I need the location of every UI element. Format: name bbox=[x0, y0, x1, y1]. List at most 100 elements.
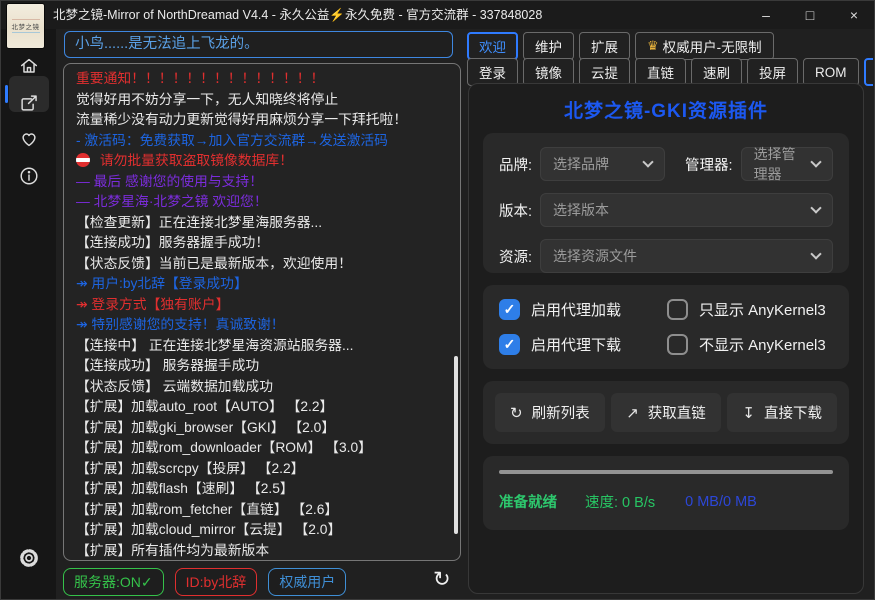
tab-label: 云提 bbox=[591, 62, 618, 82]
log-line-text: ↠ 用户:by北辞【登录成功】 bbox=[76, 276, 248, 291]
log-line: 【扩展】加载flash【速刷】 【2.5】 bbox=[76, 479, 448, 500]
log-line: 【扩展】加载rom_fetcher【直链】 【2.6】 bbox=[76, 500, 448, 521]
checkbox-label: 只显示 AnyKernel3 bbox=[699, 299, 826, 320]
tab[interactable]: 登录 bbox=[467, 58, 518, 86]
checkbox[interactable] bbox=[499, 334, 520, 355]
heart-icon bbox=[18, 128, 40, 150]
tab-label: 速刷 bbox=[703, 62, 730, 82]
chevron-down-icon bbox=[810, 248, 821, 259]
log-line: 【扩展】加载gki_browser【GKI】 【2.0】 bbox=[76, 418, 448, 439]
window-title: 北梦之镜-Mirror of NorthDreamad V4.4 - 永久公益⚡… bbox=[53, 1, 542, 29]
log-line-text: 【连接中】 正在连接北梦星海资源站服务器... bbox=[76, 338, 353, 353]
version-select[interactable]: 选择版本 bbox=[540, 193, 833, 227]
sidebar-item-settings[interactable] bbox=[17, 546, 41, 575]
resource-select[interactable]: 选择资源文件 bbox=[540, 239, 833, 273]
log-line: 【状态反馈】当前已是最新版本，欢迎使用！ bbox=[76, 254, 448, 275]
form-card: 品牌: 选择品牌 管理器: 选择管理器 版本: 选择版本 资源 bbox=[483, 133, 849, 273]
checkbox[interactable] bbox=[667, 334, 688, 355]
log-line: ↠ 用户:by北辞【登录成功】 bbox=[76, 274, 448, 295]
speed-status: 速度: 0 B/s bbox=[585, 491, 655, 512]
status-pill: 权威用户 bbox=[268, 568, 346, 596]
resource-label: 资源: bbox=[499, 246, 532, 267]
log-line: 【连接中】 正在连接北梦星海资源站服务器... bbox=[76, 336, 448, 357]
progress-bar bbox=[499, 470, 833, 474]
checkbox-item[interactable]: 启用代理加载 bbox=[499, 299, 667, 320]
app-logo: 北梦之镜 bbox=[7, 4, 44, 48]
manager-select-value: 选择管理器 bbox=[754, 144, 804, 184]
log-line: 请勿批量获取盗取镜像数据库！ bbox=[76, 151, 448, 172]
status-pill: ID:by北辞 bbox=[175, 568, 258, 596]
tab[interactable]: 维护 bbox=[523, 32, 574, 60]
button-icon: ↻ bbox=[510, 404, 523, 422]
log-line: 【检查更新】正在连接北梦星海服务器... bbox=[76, 213, 448, 234]
log-line-text: 【扩展】加载scrcpy【投屏】 【2.2】 bbox=[76, 461, 304, 476]
log-line-text: - 激活码：免费获取→加入官方交流群→发送激活码 bbox=[76, 133, 388, 148]
maximize-button[interactable]: □ bbox=[788, 1, 832, 29]
tab[interactable]: 镜像 bbox=[523, 58, 574, 86]
tab[interactable]: 速刷 bbox=[691, 58, 742, 86]
chevron-down-icon bbox=[810, 156, 821, 167]
tab-label: 权威用户-无限制 bbox=[663, 36, 762, 56]
minimize-button[interactable]: – bbox=[744, 1, 788, 29]
log-line: 重要通知！！！！！！！！！！！！！！ bbox=[76, 69, 448, 90]
sidebar-item-home[interactable] bbox=[18, 55, 40, 82]
panel-action-button[interactable]: ↧ 直接下载 bbox=[727, 393, 837, 432]
sidebar-item-favorites[interactable] bbox=[18, 128, 40, 155]
log-line: 【扩展】加载rom_downloader【ROM】 【3.0】 bbox=[76, 438, 448, 459]
log-line: ↠ 特别感谢您的支持！真诚致谢！ bbox=[76, 315, 448, 336]
status-pill-label: ID:by北辞 bbox=[186, 574, 247, 590]
tab[interactable]: 欢迎 bbox=[467, 32, 518, 60]
tab[interactable]: 直链 bbox=[635, 58, 686, 86]
button-icon: ↗ bbox=[626, 404, 639, 422]
refresh-icon[interactable]: ↻ bbox=[433, 567, 451, 592]
checkbox-item[interactable]: 不显示 AnyKernel3 bbox=[667, 334, 833, 355]
log-scrollbar[interactable] bbox=[454, 356, 458, 534]
log-line-text: 【扩展】加载rom_downloader【ROM】 【3.0】 bbox=[76, 440, 372, 455]
manager-select[interactable]: 选择管理器 bbox=[741, 147, 833, 181]
checkbox-item[interactable]: 只显示 AnyKernel3 bbox=[667, 299, 833, 320]
checkbox-label: 不显示 AnyKernel3 bbox=[699, 334, 826, 355]
status-pill-label: 权威用户 bbox=[279, 574, 335, 590]
quote-input[interactable]: 小鸟......是无法追上飞龙的。 bbox=[64, 31, 453, 58]
checkbox[interactable] bbox=[667, 299, 688, 320]
brand-label: 品牌: bbox=[499, 154, 532, 175]
checkbox-item[interactable]: 启用代理下载 bbox=[499, 334, 667, 355]
log-line: 【连接成功】 服务器握手成功 bbox=[76, 356, 448, 377]
log-line: - 激活码：免费获取→加入官方交流群→发送激活码 bbox=[76, 131, 448, 152]
tab[interactable]: ♛ 权威用户-无限制 bbox=[635, 32, 774, 60]
options-card: 启用代理加载 只显示 AnyKernel3 启用代理下载 不显示 AnyKern… bbox=[483, 285, 849, 369]
tab[interactable]: 投屏 bbox=[747, 58, 798, 86]
sidebar-active-indicator bbox=[5, 85, 8, 103]
log-line-text: 【扩展】加载gki_browser【GKI】 【2.0】 bbox=[76, 420, 335, 435]
info-icon bbox=[18, 165, 40, 187]
tab[interactable]: GKI bbox=[864, 58, 874, 86]
panel-title: 北梦之镜-GKI资源插件 bbox=[469, 96, 863, 123]
log-line-text: 【扩展】加载rom_fetcher【直链】 【2.6】 bbox=[76, 502, 338, 517]
status-row: 准备就绪 速度: 0 B/s 0 MB/0 MB bbox=[499, 491, 833, 512]
panel-action-button[interactable]: ↗ 获取直链 bbox=[611, 393, 721, 432]
button-label: 获取直链 bbox=[648, 402, 706, 423]
title-bar: 北梦之镜-Mirror of NorthDreamad V4.4 - 永久公益⚡… bbox=[1, 1, 875, 29]
log-line-text: 【扩展】所有插件均为最新版本 bbox=[76, 543, 269, 558]
tab-label: 欢迎 bbox=[479, 36, 506, 56]
actions-card: ↻ 刷新列表 ↗ 获取直链 ↧ 直接下载 bbox=[483, 381, 849, 444]
tab-label: 登录 bbox=[479, 62, 506, 82]
sidebar-item-about[interactable] bbox=[18, 165, 40, 192]
log-line-text: — 北梦星海·北梦之镜 欢迎您！ bbox=[76, 194, 268, 209]
resource-select-value: 选择资源文件 bbox=[553, 246, 637, 266]
crown-icon: ♛ bbox=[647, 38, 659, 54]
tab[interactable]: 云提 bbox=[579, 58, 630, 86]
window-controls: – □ × bbox=[744, 1, 875, 29]
log-content: 重要通知！！！！！！！！！！！！！！ 觉得好用不妨分享一下，无人知晓终将停止 流… bbox=[64, 64, 460, 561]
brand-select[interactable]: 选择品牌 bbox=[540, 147, 665, 181]
tab[interactable]: 扩展 bbox=[579, 32, 630, 60]
checkbox[interactable] bbox=[499, 299, 520, 320]
panel-action-button[interactable]: ↻ 刷新列表 bbox=[495, 393, 605, 432]
log-line-text: 【状态反馈】当前已是最新版本，欢迎使用！ bbox=[76, 256, 352, 271]
close-button[interactable]: × bbox=[832, 1, 875, 29]
log-line-text: 【检查更新】正在连接北梦星海服务器... bbox=[76, 215, 322, 230]
log-line-text: 【扩展】加载cloud_mirror【云提】 【2.0】 bbox=[76, 522, 341, 537]
log-line-text: 【连接成功】服务器握手成功！ bbox=[76, 235, 269, 250]
sidebar-item-share[interactable] bbox=[18, 92, 40, 119]
tab[interactable]: ROM bbox=[803, 58, 859, 86]
